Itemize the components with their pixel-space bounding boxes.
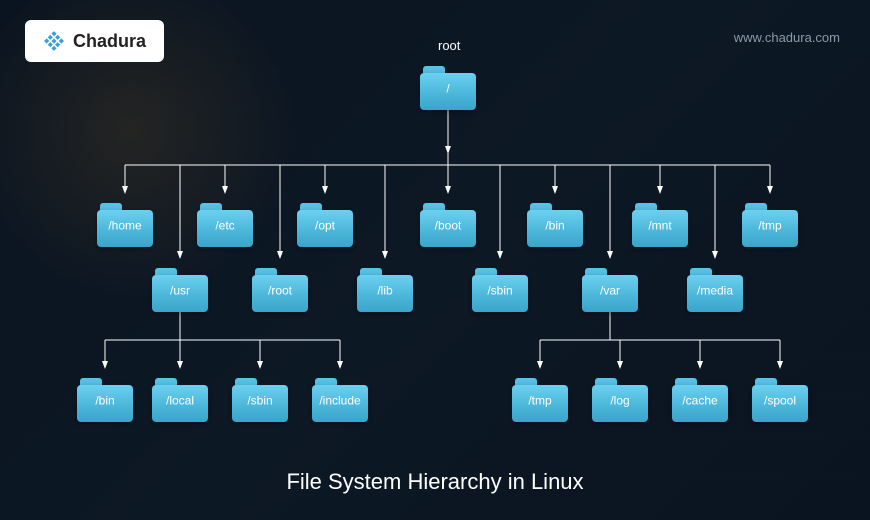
- folder-etc: /etc: [192, 195, 258, 247]
- folder-mnt: /mnt: [627, 195, 693, 247]
- folder-label: /tmp: [758, 219, 781, 233]
- folder-label: /include: [319, 394, 360, 408]
- folder-label: /var: [600, 284, 620, 298]
- brand-url: www.chadura.com: [734, 30, 840, 45]
- folder-var: /var: [577, 260, 643, 312]
- folder-var-spool: /spool: [747, 370, 813, 422]
- folder-label: /bin: [95, 394, 114, 408]
- folder-label: /home: [108, 219, 141, 233]
- folder-label: /etc: [215, 219, 234, 233]
- folder-label: /root: [268, 284, 292, 298]
- root-text: root: [438, 38, 460, 53]
- folder-usr-bin: /bin: [72, 370, 138, 422]
- folder-label: /local: [166, 394, 194, 408]
- folder-label: /usr: [170, 284, 190, 298]
- folder-opt: /opt: [292, 195, 358, 247]
- folder-label: /opt: [315, 219, 335, 233]
- folder-label: /: [446, 82, 449, 96]
- folder-label: /spool: [764, 394, 796, 408]
- folder-label: /cache: [682, 394, 717, 408]
- folder-home: /home: [92, 195, 158, 247]
- folder-label: /lib: [377, 284, 392, 298]
- folder-bin: /bin: [522, 195, 588, 247]
- folder-root: /: [415, 58, 481, 110]
- brand-name: Chadura: [73, 31, 146, 52]
- folder-label: /tmp: [528, 394, 551, 408]
- diagram-title: File System Hierarchy in Linux: [0, 469, 870, 495]
- folder-label: /boot: [435, 219, 462, 233]
- folder-label: /log: [610, 394, 629, 408]
- folder-tmp: /tmp: [737, 195, 803, 247]
- folder-var-cache: /cache: [667, 370, 733, 422]
- folder-boot: /boot: [415, 195, 481, 247]
- filesystem-diagram: root / /home /etc /opt /boot /bin /mnt: [0, 0, 870, 520]
- folder-media: /media: [682, 260, 748, 312]
- folder-label: /sbin: [487, 284, 512, 298]
- folder-var-tmp: /tmp: [507, 370, 573, 422]
- folder-usr-local: /local: [147, 370, 213, 422]
- folder-label: /media: [697, 284, 733, 298]
- folder-usr-sbin: /sbin: [227, 370, 293, 422]
- brand-icon: [43, 30, 65, 52]
- folder-lib: /lib: [352, 260, 418, 312]
- folder-label: /mnt: [648, 219, 671, 233]
- folder-usr-include: /include: [307, 370, 373, 422]
- folder-root-dir: /root: [247, 260, 313, 312]
- folder-usr: /usr: [147, 260, 213, 312]
- folder-label: /bin: [545, 219, 564, 233]
- brand-logo: Chadura: [25, 20, 164, 62]
- folder-var-log: /log: [587, 370, 653, 422]
- folder-label: /sbin: [247, 394, 272, 408]
- folder-sbin: /sbin: [467, 260, 533, 312]
